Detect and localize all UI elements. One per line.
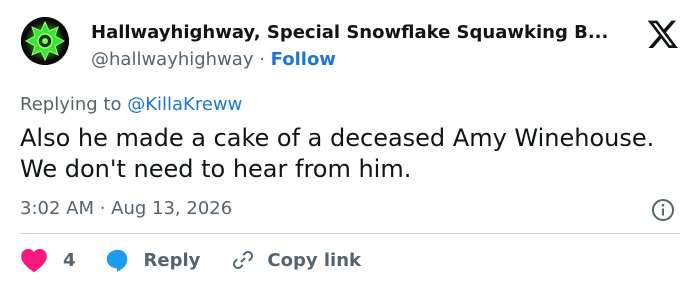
reply-button[interactable]: Reply bbox=[104, 248, 201, 272]
tweet-text: Also he made a cake of a deceased Amy Wi… bbox=[20, 124, 655, 183]
divider bbox=[20, 233, 680, 234]
link-icon bbox=[233, 251, 254, 269]
like-button[interactable]: 4 bbox=[20, 247, 76, 273]
replying-to-prefix: Replying to bbox=[20, 94, 128, 115]
avatar[interactable] bbox=[21, 17, 69, 65]
speech-bubble-icon bbox=[106, 249, 127, 272]
author-handle-row: @hallwayhighway · Follow bbox=[91, 48, 336, 72]
tweet-timestamp[interactable]: 3:02 AM · Aug 13, 2026 bbox=[20, 197, 232, 221]
green-star-avatar-icon bbox=[21, 17, 69, 65]
info-icon[interactable] bbox=[651, 198, 675, 222]
author-handle[interactable]: @hallwayhighway bbox=[91, 49, 254, 70]
x-logo-icon[interactable] bbox=[646, 20, 680, 50]
handle-separator: · bbox=[253, 49, 271, 70]
copy-link-label: Copy link bbox=[267, 249, 361, 271]
follow-button[interactable]: Follow bbox=[271, 49, 336, 70]
copy-link-button[interactable]: Copy link bbox=[231, 248, 361, 272]
like-count: 4 bbox=[63, 249, 76, 271]
author-display-name[interactable]: Hallwayhighway, Special Snowflake Squawk… bbox=[91, 21, 636, 45]
replying-to-handle-link[interactable]: @KillaKreww bbox=[127, 94, 242, 115]
reply-label: Reply bbox=[143, 249, 201, 271]
tweet-actions: 4 Reply Copy link bbox=[20, 246, 361, 274]
heart-icon bbox=[21, 248, 47, 273]
replying-to-line: Replying to @KillaKreww bbox=[20, 93, 242, 117]
